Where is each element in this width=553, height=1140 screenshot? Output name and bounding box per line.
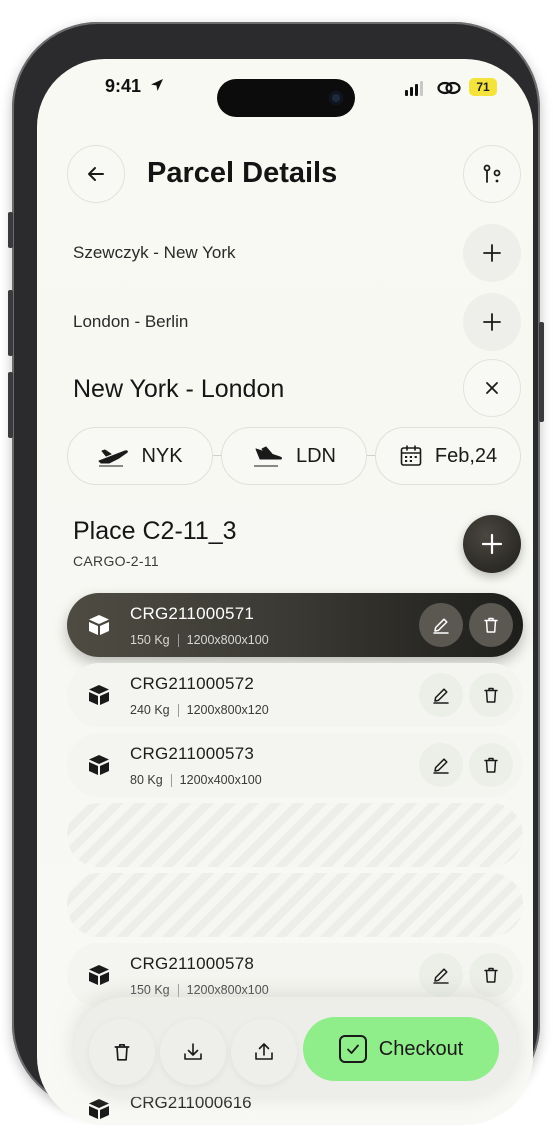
package-icon: [89, 1099, 109, 1119]
volume-up-button: [8, 290, 13, 356]
route-options-button[interactable]: [463, 145, 521, 203]
parcel-row[interactable]: CRG211000572 240 Kg 1200x800x120: [67, 663, 523, 727]
departure-airport-pill[interactable]: NYK: [67, 427, 213, 485]
arrow-left-icon: [88, 167, 104, 181]
parcel-dimensions: 1200x800x100: [186, 633, 269, 647]
loading-placeholder-row: [67, 803, 523, 867]
phone-frame: 9:41 71 Parcel Details Szewczyk - New Yo…: [8, 22, 544, 1125]
status-time: 9:41: [105, 76, 142, 96]
package-icon: [89, 685, 109, 705]
place-title: Place C2-11_3: [73, 517, 237, 545]
trash-icon: [484, 687, 498, 703]
edit-button[interactable]: [419, 953, 463, 997]
delete-button[interactable]: [469, 673, 513, 717]
app-screen: 9:41 71 Parcel Details Szewczyk - New Yo…: [37, 59, 533, 1125]
add-parcel-button[interactable]: [463, 515, 521, 573]
departure-code: NYK: [141, 444, 183, 467]
plus-icon: [481, 533, 503, 555]
plus-icon: [483, 313, 501, 331]
parcel-meta: 240 Kg 1200x800x120: [130, 703, 269, 717]
parcel-row-selected[interactable]: CRG211000571 150 Kg 1200x800x100: [67, 593, 523, 657]
loading-placeholder-row: [67, 873, 523, 937]
parcel-meta: 80 Kg 1200x400x100: [130, 773, 262, 787]
arrival-airport-pill[interactable]: LDN: [221, 427, 367, 485]
trash-icon: [484, 967, 498, 983]
trash-icon: [484, 617, 498, 633]
location-arrow-icon: [151, 79, 163, 91]
add-route-button[interactable]: [463, 293, 521, 351]
battery-indicator: 71: [469, 78, 497, 96]
parcel-code: CRG211000571: [130, 604, 255, 623]
link-icon: [437, 81, 461, 95]
parcel-meta: 150 Kg 1200x800x100: [130, 633, 269, 647]
share-icon: [255, 1043, 273, 1060]
camera-icon: [329, 91, 343, 105]
parcel-meta: 150 Kg 1200x800x100: [130, 983, 269, 997]
share-button[interactable]: [231, 1019, 297, 1085]
download-icon: [184, 1043, 202, 1060]
trash-icon: [484, 757, 498, 773]
divider: [177, 633, 179, 647]
package-icon: [89, 615, 109, 635]
parcel-code: CRG211000573: [130, 744, 255, 763]
parcel-dimensions: 1200x400x100: [179, 773, 262, 787]
parcel-weight: 80 Kg: [130, 773, 163, 787]
delete-button[interactable]: [469, 743, 513, 787]
pencil-icon: [433, 618, 449, 634]
place-subtitle: CARGO-2-11: [73, 553, 159, 569]
trash-icon: [114, 1043, 130, 1061]
pencil-icon: [433, 688, 449, 704]
date-pill[interactable]: Feb,24: [375, 427, 521, 485]
delete-button[interactable]: [469, 603, 513, 647]
parcel-row[interactable]: CRG211000573 80 Kg 1200x400x100: [67, 733, 523, 797]
route-item-label[interactable]: Szewczyk - New York: [73, 243, 236, 263]
pencil-icon: [433, 758, 449, 774]
status-bar: 9:41 71: [37, 59, 533, 119]
plus-icon: [483, 244, 501, 262]
close-icon: [486, 382, 498, 394]
plane-arrival-icon: [253, 446, 282, 467]
active-route-title: New York - London: [73, 375, 285, 403]
package-icon: [89, 755, 109, 775]
route-icon: [483, 164, 501, 183]
edit-button[interactable]: [419, 603, 463, 647]
date-value: Feb,24: [434, 444, 498, 467]
back-button[interactable]: [67, 145, 125, 203]
divider: [170, 773, 172, 787]
download-button[interactable]: [160, 1019, 226, 1085]
calendar-icon: [400, 445, 422, 466]
checkout-button[interactable]: Checkout: [303, 1017, 499, 1081]
plane-departure-icon: [98, 449, 129, 467]
delete-all-button[interactable]: [89, 1019, 155, 1085]
edit-button[interactable]: [419, 743, 463, 787]
parcel-weight: 150 Kg: [130, 983, 170, 997]
divider: [177, 703, 179, 717]
volume-down-button: [8, 372, 13, 438]
add-route-button[interactable]: [463, 224, 521, 282]
parcel-dimensions: 1200x800x100: [186, 983, 269, 997]
parcel-dimensions: 1200x800x120: [186, 703, 269, 717]
parcel-weight: 150 Kg: [130, 633, 170, 647]
cellular-signal-icon: [405, 81, 423, 96]
parcel-weight: 240 Kg: [130, 703, 170, 717]
route-item-label[interactable]: London - Berlin: [73, 312, 188, 332]
edit-button[interactable]: [419, 673, 463, 717]
page-title: Parcel Details: [147, 157, 338, 189]
checkout-label: Checkout: [378, 1037, 464, 1060]
pencil-icon: [433, 968, 449, 984]
parcel-code: CRG211000572: [130, 674, 255, 693]
close-route-button[interactable]: [463, 359, 521, 417]
dynamic-island: [217, 79, 355, 117]
power-button: [539, 322, 544, 422]
arrival-code: LDN: [295, 444, 336, 467]
delete-button[interactable]: [469, 953, 513, 997]
divider: [177, 983, 179, 997]
mute-switch: [8, 212, 13, 248]
parcel-code: CRG211000578: [130, 954, 255, 973]
package-icon: [89, 965, 109, 985]
checkmark-icon: [338, 1035, 367, 1063]
